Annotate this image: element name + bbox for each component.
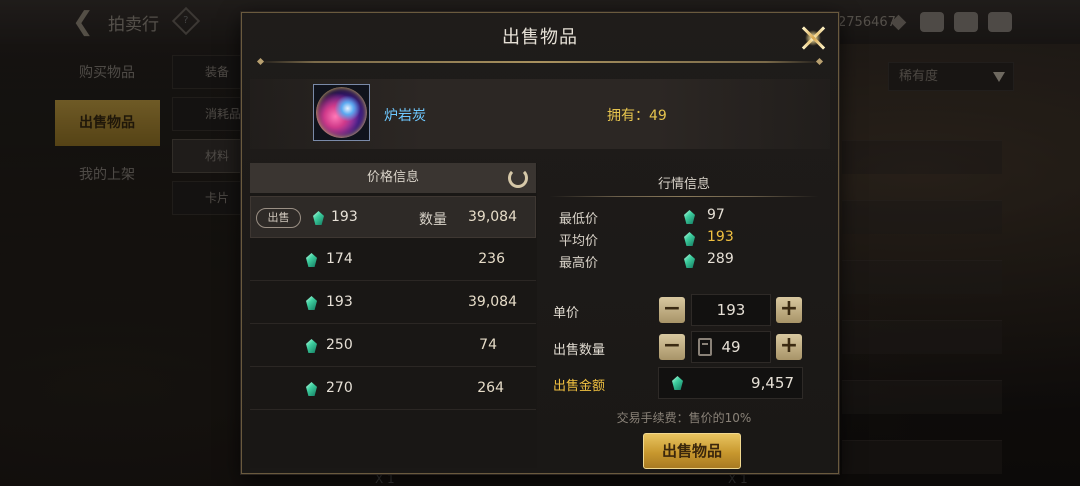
price-info-panel: 价格信息 出售 193 数量 39,084 174 236 193 39,084… <box>250 163 537 468</box>
gem-icon <box>684 232 695 246</box>
table-row[interactable]: 250 74 <box>250 325 536 367</box>
row-price: 193 <box>331 209 358 225</box>
unit-price-input[interactable]: 193 <box>691 294 771 326</box>
unit-price-label: 单价 <box>553 306 580 321</box>
sell-tag: 出售 <box>256 208 301 228</box>
row-quantity: 74 <box>479 337 497 353</box>
max-price-value: 289 <box>707 251 734 267</box>
min-price-value: 97 <box>707 207 725 223</box>
unit-price-decrease-button[interactable]: − <box>659 297 685 323</box>
fee-note: 交易手续费：售价的10% <box>616 411 752 425</box>
gem-icon <box>684 254 695 268</box>
gem-icon <box>306 296 317 310</box>
row-price: 193 <box>326 294 353 310</box>
min-price-label: 最低价 <box>559 212 599 227</box>
dialog-title: 出售物品 <box>502 27 578 48</box>
refresh-icon[interactable] <box>508 168 528 188</box>
total-amount-field: 9,457 <box>658 367 803 399</box>
max-price-label: 最高价 <box>559 256 599 271</box>
row-quantity: 39,084 <box>468 294 517 310</box>
gem-icon <box>684 210 695 224</box>
row-quantity: 39,084 <box>468 209 517 225</box>
row-price: 270 <box>326 380 353 396</box>
total-amount-value: 9,457 <box>751 374 794 392</box>
lava-charcoal-icon <box>316 87 367 138</box>
table-row[interactable]: 193 39,084 <box>250 282 536 324</box>
title-divider <box>258 61 822 63</box>
total-amount-label: 出售金额 <box>553 379 606 394</box>
gem-icon <box>672 376 683 390</box>
price-info-header: 价格信息 <box>250 163 536 193</box>
sell-item-button[interactable]: 出售物品 <box>643 433 741 469</box>
price-info-title: 价格信息 <box>366 170 419 185</box>
quantity-input[interactable]: 49 <box>691 331 771 363</box>
market-divider <box>550 196 818 197</box>
avg-price-value: 193 <box>707 229 734 245</box>
row-price: 174 <box>326 251 353 267</box>
sell-quantity-label: 出售数量 <box>553 343 606 358</box>
gem-icon <box>306 339 317 353</box>
item-name: 炉岩炭 <box>384 108 426 124</box>
quantity-decrease-button[interactable]: − <box>659 334 685 360</box>
table-row[interactable]: 270 264 <box>250 368 536 410</box>
price-row-selected[interactable]: 出售 193 数量 39,084 <box>250 196 536 238</box>
sell-item-dialog: 出售物品 炉岩炭 拥有：49 价格信息 出售 193 数量 39,084 174… <box>241 12 839 474</box>
table-row[interactable]: 174 236 <box>250 239 536 281</box>
close-icon[interactable] <box>796 21 830 55</box>
owned-count: 拥有：49 <box>607 108 667 124</box>
gem-icon <box>306 253 317 267</box>
market-info-title: 行情信息 <box>657 177 710 192</box>
row-price: 250 <box>326 337 353 353</box>
row-quantity: 264 <box>477 380 504 396</box>
gem-icon <box>313 211 324 225</box>
unit-price-increase-button[interactable]: + <box>776 297 802 323</box>
quantity-increase-button[interactable]: + <box>776 334 802 360</box>
item-icon-frame <box>313 84 370 141</box>
quantity-label: 数量 <box>419 212 447 228</box>
quantity-value: 49 <box>721 338 741 356</box>
gem-icon <box>306 382 317 396</box>
calculator-icon[interactable] <box>698 338 712 356</box>
row-quantity: 236 <box>478 251 505 267</box>
avg-price-label: 平均价 <box>559 234 599 249</box>
